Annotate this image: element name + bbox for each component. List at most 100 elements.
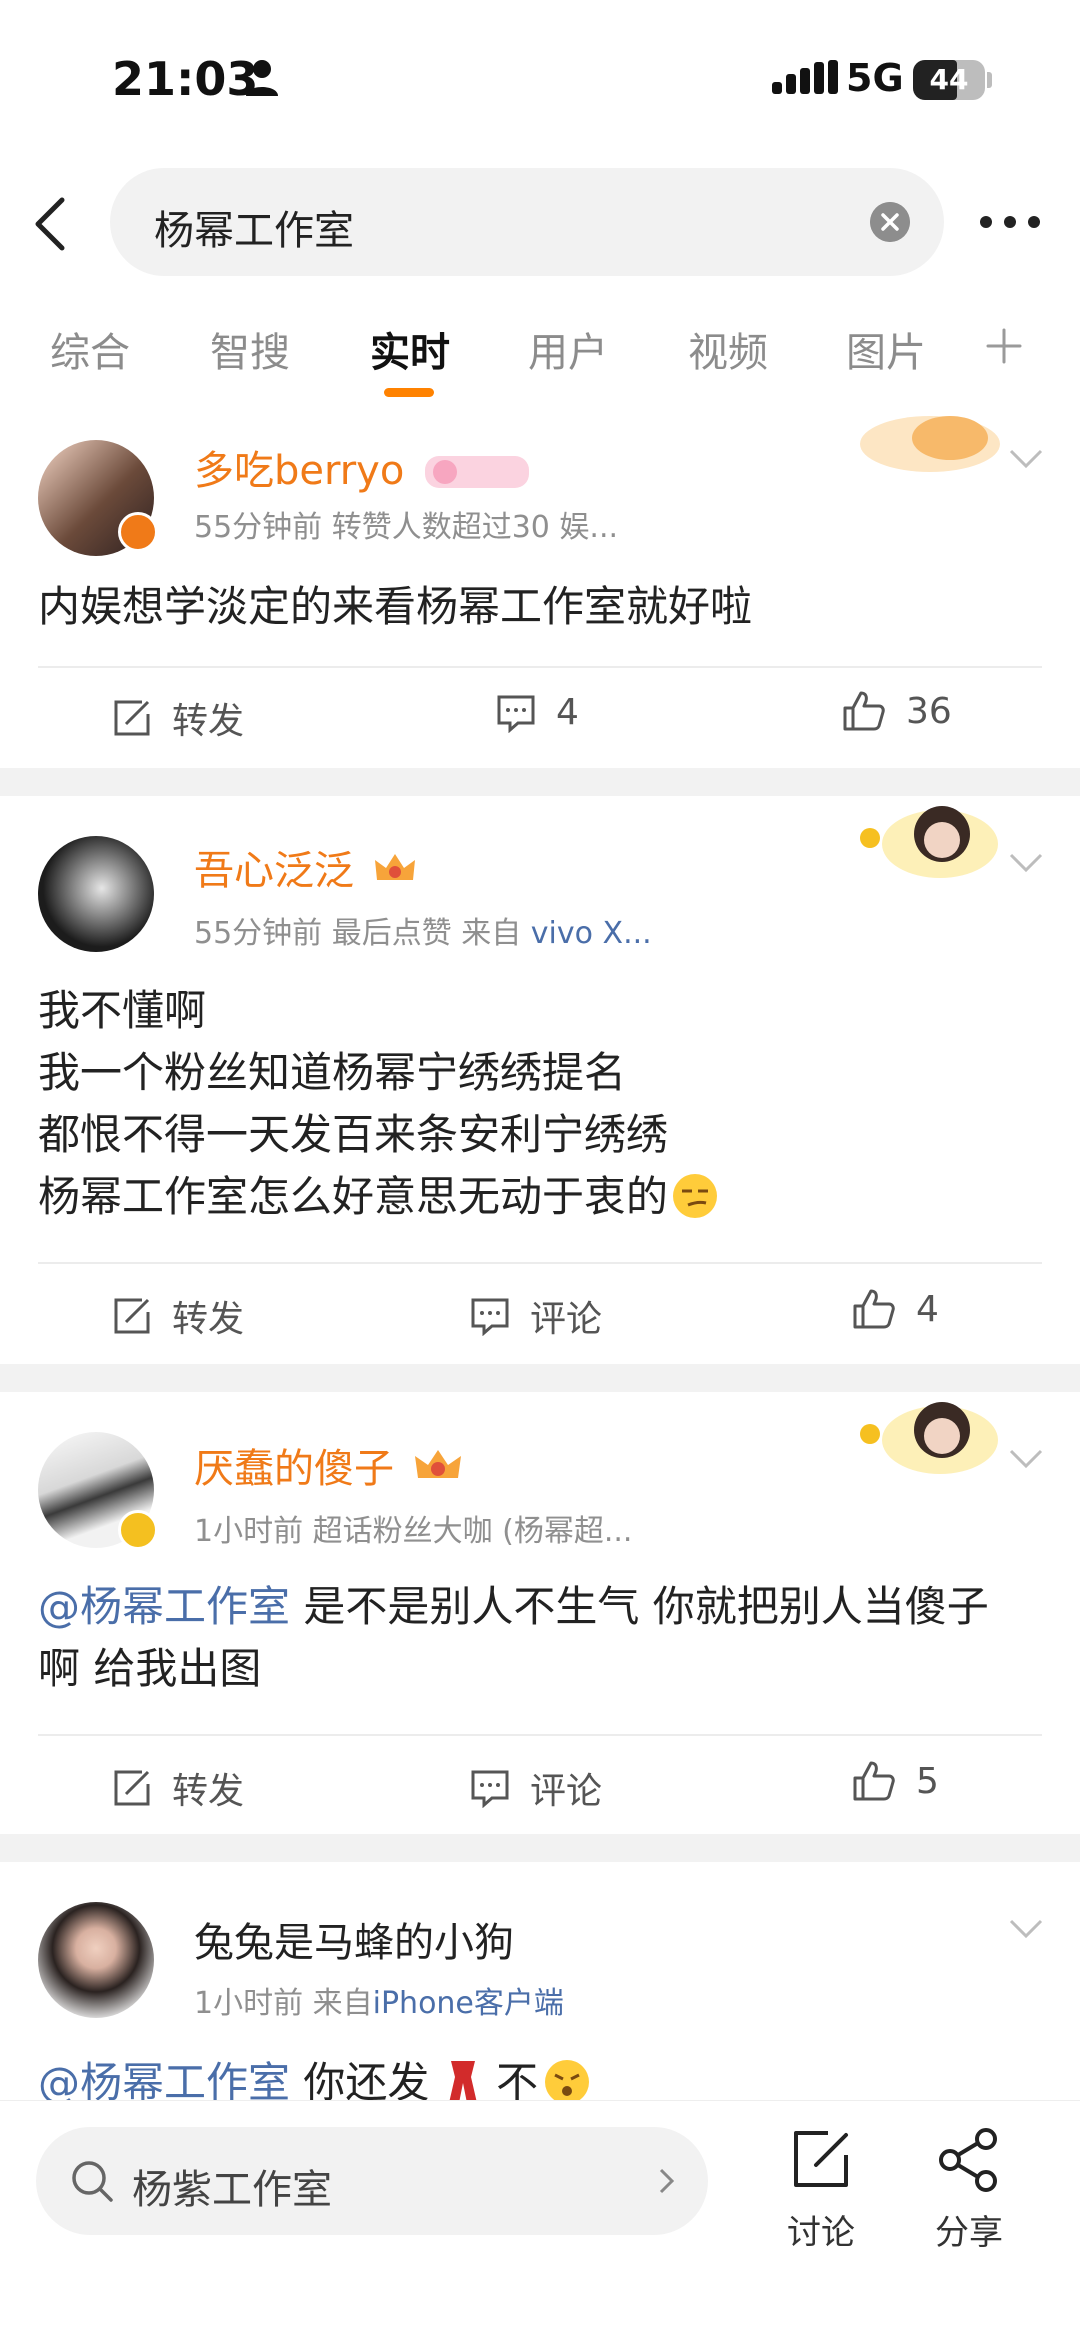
comment-count: 4 [556, 692, 579, 733]
tab-images[interactable]: 图片 [846, 320, 926, 378]
chevron-right-icon [659, 2168, 675, 2194]
related-search-query: 杨紫工作室 [132, 2167, 332, 2213]
repost-label: 转发 [172, 1299, 245, 1340]
meta-text: 55分钟前 最后点赞 来自 [194, 916, 531, 951]
crown-badge-icon [374, 854, 415, 880]
add-tab-icon[interactable] [986, 328, 1022, 364]
tab-bar: 综合 智搜 实时 用户 视频 图片 [0, 320, 1080, 400]
battery-level: 44 [929, 63, 969, 96]
tab-users[interactable]: 用户 [528, 320, 608, 378]
mention-link[interactable]: @杨幂工作室 [38, 1582, 290, 1631]
battery-tip [987, 72, 992, 88]
username[interactable]: 吾心泛泛 [194, 838, 417, 896]
chevron-down-icon[interactable] [1008, 852, 1044, 874]
post-text-line: 我不懂啊 [38, 986, 207, 1035]
post-card[interactable]: 吾心泛泛 55分钟前 最后点赞 来自 vivo X... 我不懂啊 我一个粉丝知… [0, 796, 1080, 1364]
post-text-line: @杨幂工作室 是不是别人不生气 你就把别人当傻子 [38, 1576, 1038, 1638]
like-count: 5 [916, 1760, 939, 1802]
post-text-segment: 不 [482, 2058, 539, 2100]
username[interactable]: 多吃berryo [194, 438, 530, 496]
post-text: 内娱想学淡定的来看杨幂工作室就好啦 [38, 582, 753, 631]
battery-icon: 44 [913, 60, 985, 100]
post-text-line: 都恨不得一天发百来条安利宁绣绣 [38, 1110, 669, 1159]
verified-badge-icon [118, 512, 158, 552]
post-meta: 1小时前 超话粉丝大咖 (杨幂超... [194, 1514, 633, 1549]
more-icon[interactable] [978, 212, 1042, 232]
person-icon [246, 60, 278, 96]
tab-smart-search[interactable]: 智搜 [210, 320, 290, 378]
like-button[interactable]: 5 [852, 1760, 939, 1802]
chevron-down-icon[interactable] [1008, 448, 1044, 470]
meta-text: 1小时前 来自 [194, 1986, 373, 2021]
tab-videos[interactable]: 视频 [688, 320, 768, 378]
huff-emoji-icon [545, 2060, 590, 2100]
post-text-line: 杨幂工作室怎么好意思无动于衷的 [38, 1166, 1038, 1228]
network-label: 5G [846, 56, 904, 100]
avatar[interactable] [38, 836, 154, 952]
username-text: 多吃berryo [194, 448, 405, 494]
username-text: 吾心泛泛 [194, 848, 354, 894]
comment-label: 评论 [530, 1299, 603, 1340]
active-tab-indicator [384, 388, 434, 397]
smirk-emoji-icon [673, 1174, 718, 1218]
fan-card-icon [860, 1402, 998, 1474]
tab-realtime[interactable]: 实时 [370, 320, 450, 378]
decoration-card-icon [860, 416, 1000, 472]
divider [38, 1262, 1042, 1264]
crown-badge-icon [414, 1450, 461, 1478]
username[interactable]: 厌蠢的傻子 [194, 1436, 463, 1494]
clear-icon[interactable] [870, 202, 910, 242]
bottom-bar: 杨紫工作室 讨论 分享 [0, 2100, 1080, 2342]
comment-button[interactable]: 4 [496, 692, 579, 733]
related-search-bar[interactable]: 杨紫工作室 [36, 2127, 708, 2235]
avatar[interactable] [38, 1902, 154, 2018]
post-text-segment: 杨幂工作室怎么好意思无动于衷的 [38, 1172, 669, 1221]
member-badge-icon [425, 456, 530, 488]
repost-icon [114, 1298, 150, 1334]
search-input[interactable]: 杨幂工作室 [110, 168, 944, 276]
username-text: 厌蠢的傻子 [194, 1446, 394, 1492]
repost-icon [114, 700, 150, 736]
thumbs-up-icon [853, 1761, 895, 1801]
repost-button[interactable]: 转发 [112, 1762, 244, 1814]
username[interactable]: 兔兔是马蜂的小狗 [194, 1910, 514, 1968]
post-source-link[interactable]: vivo X... [531, 916, 652, 951]
post-card[interactable]: 厌蠢的傻子 1小时前 超话粉丝大咖 (杨幂超... @杨幂工作室 是不是别人不生… [0, 1392, 1080, 1834]
scarf-emoji-icon [449, 2061, 477, 2100]
post-text: @杨幂工作室 你还发 不 [38, 2052, 1038, 2100]
post-source-link[interactable]: iPhone客户端 [373, 1986, 564, 2021]
post-text-segment: 你还发 [290, 2058, 443, 2100]
repost-button[interactable]: 转发 [112, 692, 244, 744]
chevron-down-icon[interactable] [1008, 1918, 1044, 1940]
post-meta: 1小时前 来自iPhone客户端 [194, 1978, 564, 2022]
post-text: 我不懂啊 我一个粉丝知道杨幂宁绣绣提名 都恨不得一天发百来条安利宁绣绣 杨幂工作… [38, 980, 1038, 1228]
thumbs-up-icon [843, 691, 885, 731]
comment-button[interactable]: 评论 [470, 1290, 602, 1342]
post-separator [0, 1834, 1080, 1862]
post-card[interactable]: 多吃berryo 55分钟前 转赞人数超过30 娱... 内娱想学淡定的来看杨幂… [0, 400, 1080, 768]
comment-button[interactable]: 评论 [470, 1762, 602, 1814]
status-time: 21:03 [112, 52, 259, 106]
like-count: 36 [906, 690, 952, 732]
repost-button[interactable]: 转发 [112, 1290, 244, 1342]
divider [38, 666, 1042, 668]
back-arrow-icon[interactable] [30, 196, 70, 252]
search-query: 杨幂工作室 [154, 208, 354, 254]
divider [38, 1734, 1042, 1736]
comment-label: 评论 [530, 1771, 603, 1812]
comment-icon [471, 1298, 509, 1336]
search-icon [72, 2161, 113, 2202]
status-bar: 21:03 5G 44 [0, 0, 1080, 150]
repost-label: 转发 [172, 701, 245, 742]
mention-link[interactable]: @杨幂工作室 [38, 2058, 290, 2100]
like-count: 4 [916, 1288, 939, 1330]
share-icon [939, 2128, 997, 2192]
post-separator [0, 1364, 1080, 1392]
post-text-line: 啊 给我出图 [38, 1644, 262, 1693]
post-meta: 55分钟前 转赞人数超过30 娱... [194, 510, 619, 545]
chevron-down-icon[interactable] [1008, 1448, 1044, 1470]
post-card[interactable]: 兔兔是马蜂的小狗 1小时前 来自iPhone客户端 @杨幂工作室 你还发 不 [0, 1862, 1080, 2100]
like-button[interactable]: 36 [842, 690, 952, 732]
like-button[interactable]: 4 [852, 1288, 939, 1330]
tab-general[interactable]: 综合 [50, 320, 130, 378]
